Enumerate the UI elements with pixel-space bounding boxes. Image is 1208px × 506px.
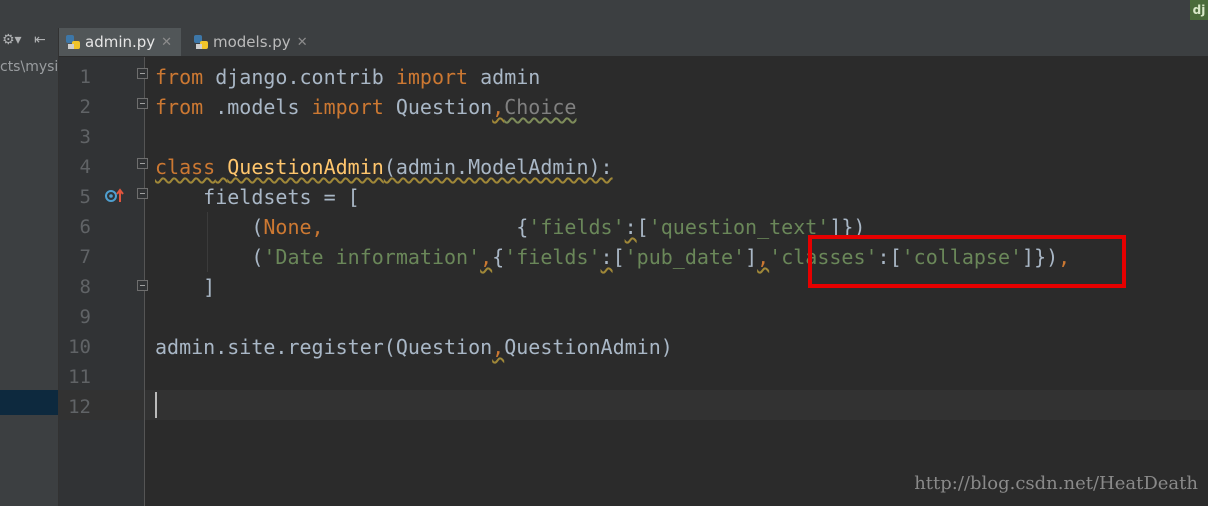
line-number: 1 [79, 66, 91, 88]
code-text: QuestionAdmin) [504, 335, 673, 359]
keyword: class [155, 155, 216, 179]
code-line-8[interactable]: ] [155, 272, 215, 302]
comma: , [480, 245, 493, 269]
string: 'fields' [528, 215, 625, 239]
line-number: 10 [68, 336, 91, 358]
current-line-highlight [59, 390, 1208, 420]
watermark: http://blog.csdn.net/HeatDeath [914, 473, 1198, 494]
close-tab-icon[interactable]: ✕ [297, 35, 308, 50]
code-line-5[interactable]: fieldsets = [ [155, 182, 360, 212]
project-path[interactable]: cts\mysi [0, 59, 58, 75]
comma: , [311, 215, 324, 239]
keyword: from [155, 65, 204, 89]
python-file-icon [194, 35, 208, 49]
code-text: { [492, 245, 505, 269]
python-file-icon [66, 35, 80, 49]
code-text: [ [636, 215, 649, 239]
close-tab-icon[interactable]: ✕ [161, 35, 172, 50]
line-number: 4 [79, 156, 91, 178]
line-number: 11 [68, 366, 91, 388]
tab-admin-py[interactable]: admin.py ✕ [59, 28, 181, 56]
code-text: fieldsets = [ [155, 185, 360, 209]
code-line-2[interactable]: from .models import Question,Choice [155, 92, 576, 122]
editor-tab-bar: admin.py ✕ models.py ✕ [59, 28, 1208, 57]
class-name: QuestionAdmin [227, 155, 384, 179]
line-number: 5 [79, 186, 91, 208]
project-tree-selected-row[interactable] [0, 390, 58, 415]
annotation-highlight-box [808, 235, 1126, 288]
code-text: admin [468, 65, 541, 89]
code-line-6[interactable]: (None, {'fields':['question_text']}) [155, 212, 865, 242]
tab-models-py[interactable]: models.py ✕ [187, 28, 315, 56]
keyword: None [263, 215, 312, 239]
tab-label: models.py [213, 33, 291, 51]
window-top-strip: dj [0, 0, 1208, 29]
line-number: 9 [79, 306, 91, 328]
string: 'Date information' [263, 245, 481, 269]
string: 'fields' [504, 245, 601, 269]
code-text: { [516, 215, 529, 239]
code-line-1[interactable]: from django.contrib import admin [155, 62, 540, 92]
code-line-10[interactable]: admin.site.register(Question,QuestionAdm… [155, 332, 673, 362]
settings-gear-icon[interactable]: ⚙▾ [2, 32, 22, 48]
project-panel: ⚙▾ ⇤ cts\mysi [0, 28, 59, 506]
keyword: import [395, 65, 469, 89]
code-text: [ [612, 245, 625, 269]
text-caret [155, 392, 157, 418]
comma: , [757, 245, 770, 269]
string: 'pub_date' [624, 245, 746, 269]
code-text: ( [155, 245, 264, 269]
fold-marker-icon[interactable] [137, 68, 148, 79]
colon: : [600, 245, 613, 269]
line-number: 8 [79, 276, 91, 298]
line-number: 2 [79, 96, 91, 118]
code-text: django.contrib [203, 65, 396, 89]
colon: : [624, 215, 637, 239]
code-text: (admin.ModelAdmin): [383, 155, 613, 179]
collapse-panel-icon[interactable]: ⇤ [34, 32, 46, 48]
fold-marker-icon[interactable] [137, 98, 148, 109]
fold-marker-icon[interactable] [137, 280, 148, 291]
line-number: 7 [79, 246, 91, 268]
comma: , [492, 95, 505, 119]
keyword: from [155, 95, 204, 119]
string: 'question_text' [648, 215, 830, 239]
code-text: ( [155, 215, 264, 239]
override-method-icon[interactable] [104, 186, 126, 206]
line-number: 12 [68, 396, 91, 418]
project-panel-toolbar: ⚙▾ ⇤ [0, 28, 58, 56]
keyword: import [311, 95, 384, 119]
code-text: .models [203, 95, 312, 119]
tab-label: admin.py [85, 33, 156, 51]
comma: , [492, 335, 505, 359]
code-text: ] [745, 245, 758, 269]
code-line-4[interactable]: class QuestionAdmin(admin.ModelAdmin): [155, 152, 613, 182]
line-number: 6 [79, 216, 91, 238]
django-badge-icon[interactable]: dj [1190, 0, 1208, 20]
code-text: admin.site.register(Question [155, 335, 493, 359]
fold-marker-icon[interactable] [137, 188, 148, 199]
code-text: Question [383, 95, 493, 119]
code-text: ] [155, 275, 216, 299]
unused-import: Choice [504, 95, 577, 119]
line-number: 3 [79, 126, 91, 148]
fold-marker-icon[interactable] [137, 158, 148, 169]
